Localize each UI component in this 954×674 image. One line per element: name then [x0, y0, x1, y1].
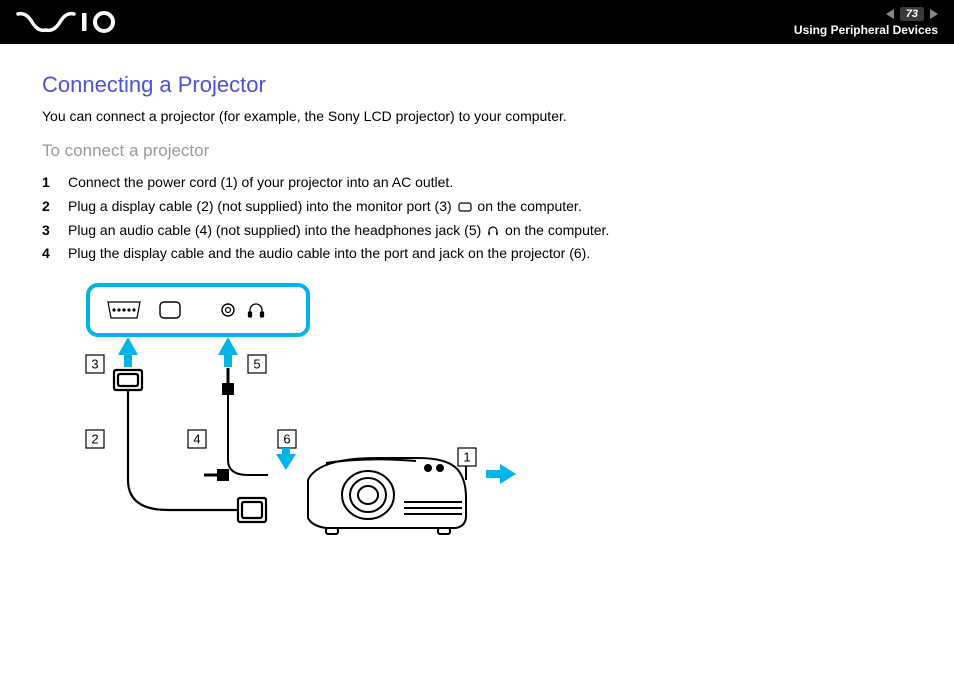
callout-3: 3 [91, 357, 98, 372]
step-3: 3 Plug an audio cable (4) (not supplied)… [42, 219, 912, 243]
headphones-icon [487, 225, 499, 237]
callout-5: 5 [253, 357, 260, 372]
step-4: 4 Plug the display cable and the audio c… [42, 242, 912, 266]
step-number: 1 [42, 171, 56, 195]
page-title: Connecting a Projector [42, 72, 912, 98]
callout-1: 1 [463, 450, 470, 465]
page-content: Connecting a Projector You can connect a… [0, 44, 954, 581]
next-page-icon[interactable] [930, 9, 938, 19]
step-text: Plug an audio cable (4) (not supplied) i… [68, 219, 609, 243]
steps-list: 1 Connect the power cord (1) of your pro… [42, 171, 912, 266]
step-1: 1 Connect the power cord (1) of your pro… [42, 171, 912, 195]
step-text: Connect the power cord (1) of your proje… [68, 171, 453, 195]
step-2: 2 Plug a display cable (2) (not supplied… [42, 195, 912, 219]
prev-page-icon[interactable] [886, 9, 894, 19]
vaio-logo [16, 10, 126, 34]
step-number: 3 [42, 219, 56, 243]
connection-diagram: 3 5 2 [68, 280, 912, 553]
callout-4: 4 [193, 432, 200, 447]
step-number: 4 [42, 242, 56, 266]
callout-6: 6 [283, 432, 290, 447]
header-bar: 73 Using Peripheral Devices [0, 0, 954, 44]
step-text: Plug the display cable and the audio cab… [68, 242, 590, 266]
monitor-port-icon [458, 202, 472, 212]
section-label: Using Peripheral Devices [794, 23, 938, 37]
header-right: 73 Using Peripheral Devices [794, 7, 938, 37]
step-number: 2 [42, 195, 56, 219]
callout-2: 2 [91, 432, 98, 447]
subtitle: To connect a projector [42, 141, 912, 161]
intro-text: You can connect a projector (for example… [42, 106, 912, 127]
page-number: 73 [900, 7, 924, 21]
step-text: Plug a display cable (2) (not supplied) … [68, 195, 582, 219]
page-nav: 73 [886, 7, 938, 21]
